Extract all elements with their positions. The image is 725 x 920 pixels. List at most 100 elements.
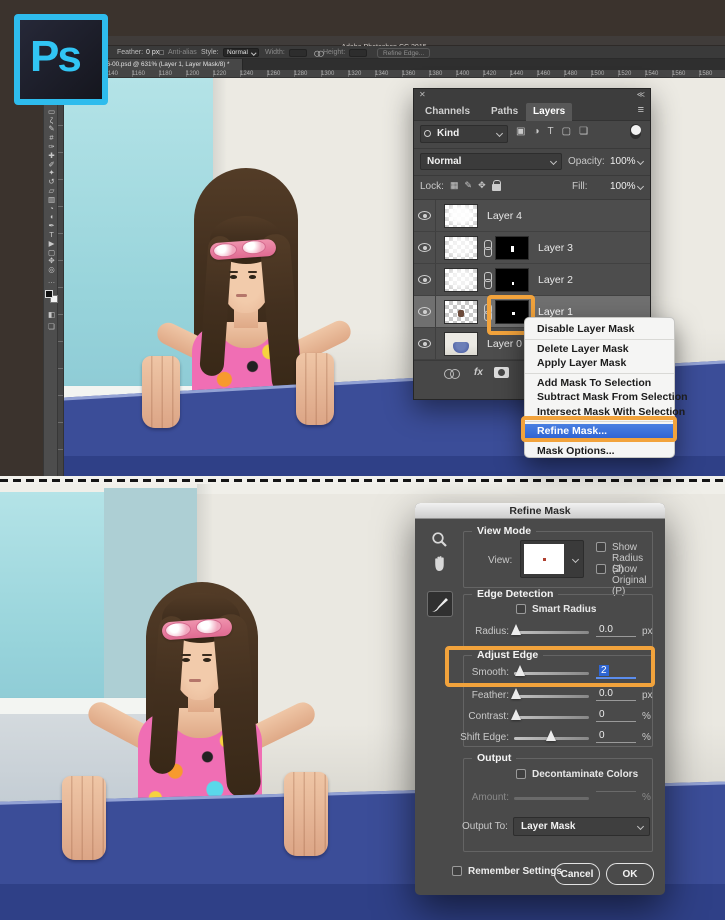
chevron-down-icon[interactable] bbox=[636, 182, 645, 191]
filter-toggle[interactable] bbox=[630, 124, 641, 139]
layer-thumbnail[interactable] bbox=[444, 331, 478, 356]
anti-alias-checkbox[interactable] bbox=[159, 50, 164, 55]
eye-icon[interactable] bbox=[418, 339, 431, 348]
lasso-tool-icon[interactable]: ζ bbox=[44, 116, 59, 125]
layer-row-2[interactable]: Layer 2 bbox=[414, 264, 650, 296]
style-dropdown[interactable]: Normal bbox=[223, 48, 259, 57]
fill-value[interactable]: 100% bbox=[610, 181, 636, 192]
lock-transparent-icon[interactable]: ▦ bbox=[450, 180, 459, 191]
zoom-tool-icon[interactable]: ◎ bbox=[44, 265, 59, 274]
menu-item-add-mask-to-selection[interactable]: Add Mask To Selection bbox=[525, 376, 674, 391]
layer-thumbnail[interactable] bbox=[444, 235, 478, 260]
marquee-tool-icon[interactable]: ▭ bbox=[44, 107, 59, 116]
lock-paint-icon[interactable]: ✎ bbox=[465, 180, 473, 191]
shape-layers-filter-icon[interactable]: ▢ bbox=[562, 126, 571, 137]
shift-edge-slider-thumb[interactable] bbox=[546, 730, 556, 741]
add-mask-icon[interactable] bbox=[494, 367, 509, 378]
layer-thumbnail[interactable] bbox=[444, 299, 478, 324]
healing-brush-tool-icon[interactable]: ✚ bbox=[44, 151, 59, 160]
show-original-checkbox[interactable] bbox=[596, 564, 606, 574]
zoom-tool-icon[interactable] bbox=[431, 531, 449, 554]
menu-item-mask-options[interactable]: Mask Options... bbox=[525, 444, 674, 459]
show-radius-checkbox[interactable] bbox=[596, 542, 606, 552]
ok-button[interactable]: OK bbox=[606, 863, 654, 885]
eye-icon[interactable] bbox=[418, 243, 431, 252]
quick-mask-icon[interactable]: ◧ bbox=[44, 310, 59, 319]
type-tool-icon[interactable]: T bbox=[44, 230, 59, 239]
layer-name[interactable]: Layer 4 bbox=[487, 210, 522, 222]
adjustment-layers-filter-icon[interactable]: ◑ bbox=[533, 126, 539, 137]
collapse-panel-icon[interactable]: ≪ bbox=[637, 90, 645, 100]
hand-tool-icon[interactable]: ✥ bbox=[44, 256, 59, 265]
pixel-layers-filter-icon[interactable]: ▣ bbox=[516, 126, 525, 137]
lock-all-icon[interactable] bbox=[491, 180, 502, 191]
screen-mode-icon[interactable]: ❏ bbox=[44, 322, 59, 331]
eraser-tool-icon[interactable]: ▱ bbox=[44, 186, 59, 195]
tab-layers[interactable]: Layers bbox=[526, 103, 573, 121]
visibility-cell[interactable] bbox=[414, 296, 436, 327]
refine-radius-brush-button[interactable] bbox=[427, 591, 453, 617]
layer-name[interactable]: Layer 3 bbox=[538, 242, 573, 254]
layer-name[interactable]: Layer 2 bbox=[538, 274, 573, 286]
radius-slider-thumb[interactable] bbox=[511, 624, 521, 635]
type-layers-filter-icon[interactable]: T bbox=[548, 126, 554, 137]
dialog-title[interactable]: Refine Mask bbox=[415, 503, 665, 519]
remember-settings-checkbox[interactable] bbox=[452, 866, 462, 876]
tab-paths[interactable]: Paths bbox=[484, 103, 525, 121]
height-field[interactable] bbox=[349, 48, 367, 57]
foreground-color-swatch[interactable] bbox=[45, 290, 53, 298]
quick-selection-tool-icon[interactable]: ✎ bbox=[44, 124, 59, 133]
feather-slider-thumb[interactable] bbox=[511, 688, 521, 699]
history-brush-tool-icon[interactable]: ↺ bbox=[44, 177, 59, 186]
mask-link-icon[interactable] bbox=[483, 271, 492, 289]
gradient-tool-icon[interactable]: ▥ bbox=[44, 195, 59, 204]
menu-item-disable-layer-mask[interactable]: Disable Layer Mask bbox=[525, 322, 674, 337]
visibility-cell[interactable] bbox=[414, 264, 436, 295]
layer-mask-thumbnail[interactable] bbox=[495, 267, 529, 292]
color-swatches[interactable] bbox=[45, 290, 58, 303]
layer-thumbnail[interactable] bbox=[444, 267, 478, 292]
layer-mask-thumbnail[interactable] bbox=[495, 235, 529, 260]
contrast-value[interactable]: 0 bbox=[596, 709, 636, 722]
more-tools-icon[interactable]: … bbox=[44, 276, 59, 285]
contrast-slider[interactable] bbox=[514, 716, 589, 719]
refine-edge-button[interactable]: Refine Edge... bbox=[377, 47, 431, 58]
view-dropdown[interactable] bbox=[520, 540, 584, 578]
shape-tool-icon[interactable]: ▢ bbox=[44, 248, 59, 257]
smart-radius-checkbox[interactable] bbox=[516, 604, 526, 614]
menu-item-delete-layer-mask[interactable]: Delete Layer Mask bbox=[525, 342, 674, 357]
pen-tool-icon[interactable]: ✒ bbox=[44, 221, 59, 230]
cancel-button[interactable]: Cancel bbox=[554, 863, 600, 885]
feather-slider[interactable] bbox=[514, 695, 589, 698]
visibility-cell[interactable] bbox=[414, 200, 436, 231]
radius-value[interactable]: 0.0 bbox=[596, 624, 636, 637]
layer-effects-icon[interactable]: fx bbox=[474, 367, 483, 378]
layer-row-4[interactable]: Layer 4 bbox=[414, 200, 650, 232]
output-to-dropdown[interactable]: Layer Mask bbox=[513, 817, 650, 836]
blend-mode-dropdown[interactable]: Normal bbox=[420, 153, 562, 170]
link-layers-icon[interactable] bbox=[444, 369, 460, 379]
dodge-tool-icon[interactable]: ◖ bbox=[44, 212, 59, 221]
close-icon[interactable]: ✕ bbox=[419, 90, 426, 100]
layer-name[interactable]: Layer 0 bbox=[487, 338, 522, 350]
kind-filter-dropdown[interactable]: Kind bbox=[420, 125, 508, 143]
path-selection-tool-icon[interactable]: ▶ bbox=[44, 239, 59, 248]
eyedropper-tool-icon[interactable]: ✑ bbox=[44, 142, 59, 151]
decontaminate-colors-checkbox[interactable] bbox=[516, 769, 526, 779]
eye-icon[interactable] bbox=[418, 211, 431, 220]
mask-link-icon[interactable] bbox=[483, 239, 492, 257]
eye-icon[interactable] bbox=[418, 275, 431, 284]
feather-value[interactable]: 0.0 bbox=[596, 688, 636, 701]
panel-menu-icon[interactable]: ≡ bbox=[638, 104, 644, 116]
hand-tool-icon[interactable] bbox=[432, 555, 448, 577]
menu-item-subtract-mask-from-selection[interactable]: Subtract Mask From Selection bbox=[525, 390, 688, 405]
crop-tool-icon[interactable]: # bbox=[44, 133, 59, 142]
visibility-cell[interactable] bbox=[414, 232, 436, 263]
width-field[interactable] bbox=[289, 48, 307, 57]
chevron-down-icon[interactable] bbox=[636, 157, 645, 166]
blur-tool-icon[interactable]: ◔ bbox=[44, 204, 59, 213]
menu-item-apply-layer-mask[interactable]: Apply Layer Mask bbox=[525, 356, 674, 371]
tab-channels[interactable]: Channels bbox=[418, 103, 477, 121]
lock-move-icon[interactable]: ✥ bbox=[478, 180, 486, 191]
shift-edge-value[interactable]: 0 bbox=[596, 730, 636, 743]
